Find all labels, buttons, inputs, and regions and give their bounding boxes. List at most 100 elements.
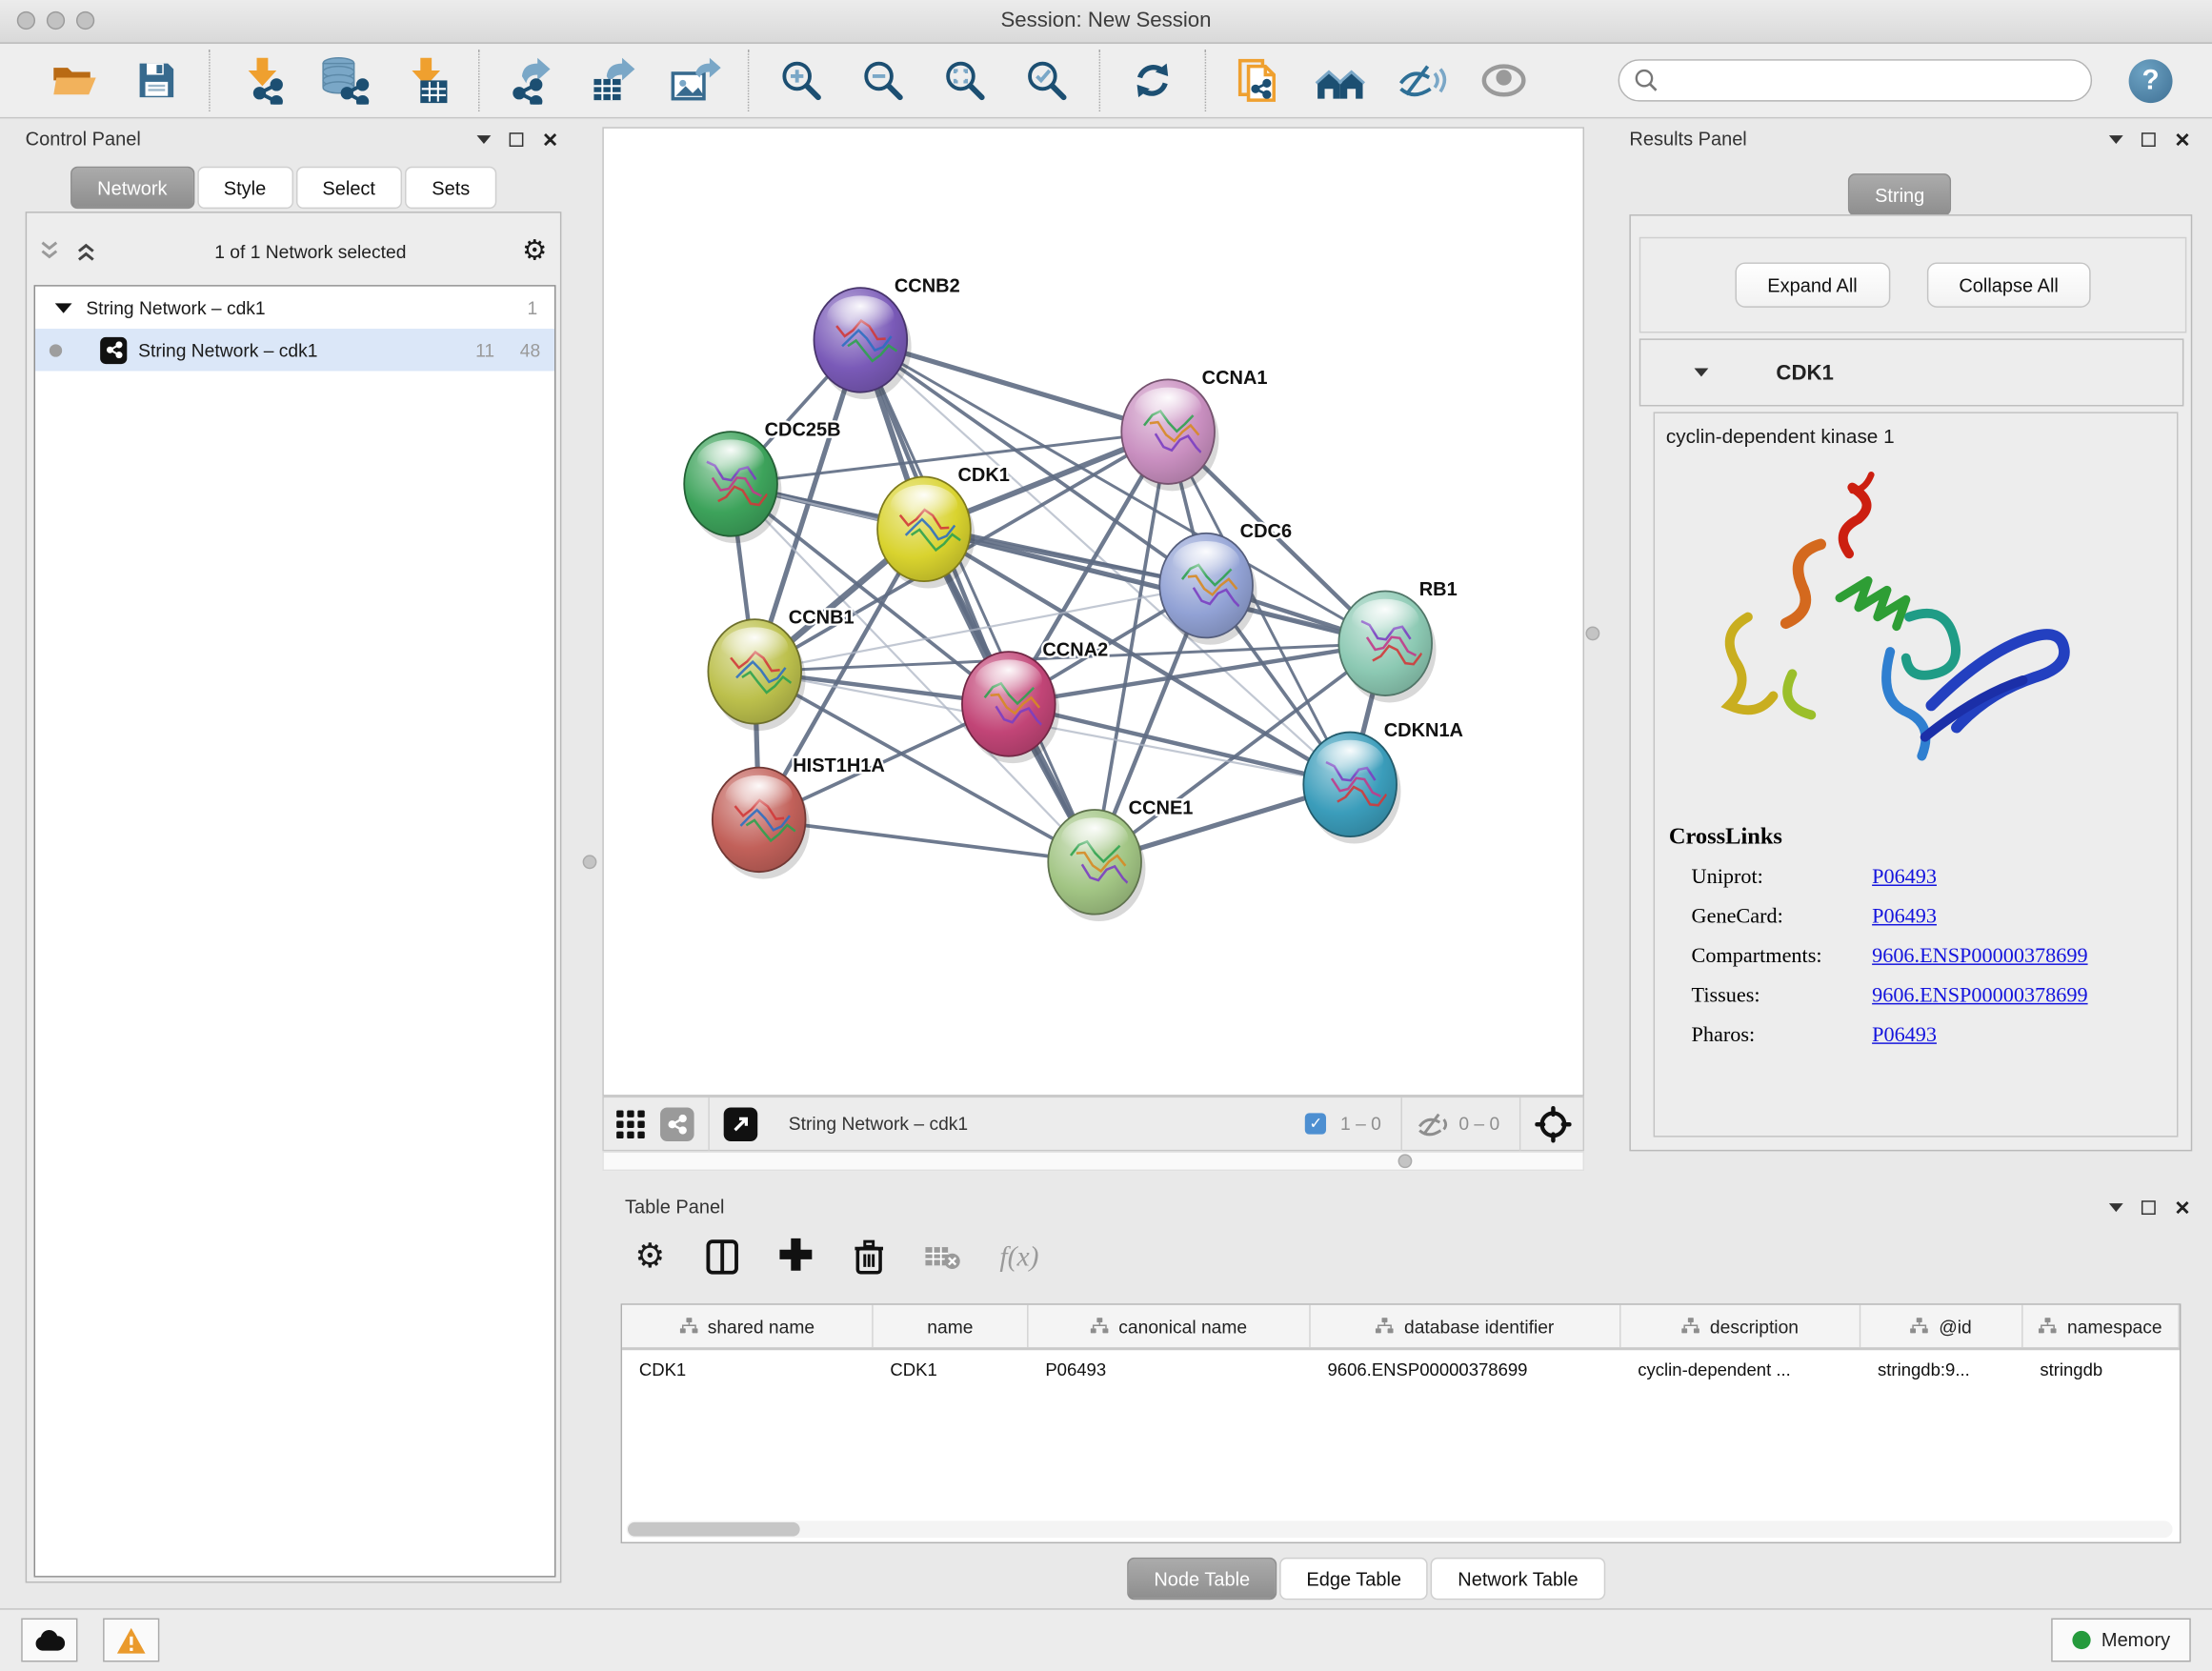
help-button[interactable]: ? [2129, 58, 2173, 102]
zoom-selected-button[interactable] [1015, 48, 1079, 112]
network-node-CCNA1[interactable]: CCNA1 [1121, 368, 1267, 492]
search-input[interactable] [1659, 69, 2076, 92]
detach-view-icon[interactable] [724, 1107, 758, 1141]
tab-edge-table[interactable]: Edge Table [1279, 1558, 1428, 1600]
crosslink-link[interactable]: 9606.ENSP00000378699 [1872, 985, 2087, 1009]
tab-select[interactable]: Select [295, 167, 402, 209]
network-node-CCNB2[interactable]: CCNB2 [814, 276, 959, 400]
network-collection-row[interactable]: String Network – cdk1 1 [35, 287, 554, 329]
network-node-CDKN1A[interactable]: CDKN1A [1303, 720, 1463, 844]
tab-network[interactable]: Network [70, 167, 194, 209]
results-panel-menu-icon[interactable] [2109, 134, 2123, 143]
expand-all-icon[interactable] [73, 240, 99, 263]
crosslink-link[interactable]: P06493 [1872, 866, 1937, 890]
splitter-handle[interactable] [1398, 1154, 1413, 1168]
home-network-button[interactable] [1308, 48, 1373, 112]
show-graphics-button[interactable] [1472, 48, 1537, 112]
import-table-button[interactable] [393, 48, 458, 112]
horizontal-splitter[interactable] [602, 1151, 1584, 1171]
zoom-out-button[interactable] [851, 48, 915, 112]
network-options-gear-icon[interactable]: ⚙ [522, 237, 548, 266]
table-row[interactable]: CDK1CDK1P064939606.ENSP00000378699cyclin… [622, 1350, 2180, 1389]
birdseye-crosshair-icon[interactable] [1535, 1105, 1572, 1142]
export-image-button[interactable] [663, 48, 728, 112]
column-header-@id[interactable]: @id [1860, 1305, 2022, 1347]
import-network-from-database-button[interactable] [312, 48, 376, 112]
save-session-button[interactable] [124, 48, 189, 112]
table-cell[interactable]: CDK1 [874, 1350, 1029, 1389]
column-header-description[interactable]: description [1621, 1305, 1861, 1347]
collection-expander-icon[interactable] [55, 303, 72, 312]
network-graph[interactable]: CCNB2CCNA1CDC25BCDK1CDC6RB1CCNB1CCNA2CDK… [604, 129, 1583, 1095]
table-cell[interactable]: P06493 [1029, 1350, 1311, 1389]
zoom-fit-button[interactable] [933, 48, 997, 112]
network-node-RB1[interactable]: RB1 [1338, 579, 1457, 703]
tab-string[interactable]: String [1848, 173, 1952, 215]
splitter-handle[interactable] [1585, 627, 1599, 641]
tab-network-table[interactable]: Network Table [1431, 1558, 1605, 1600]
network-canvas[interactable]: CCNB2CCNA1CDC25BCDK1CDC6RB1CCNB1CCNA2CDK… [602, 127, 1584, 1096]
grid-view-icon[interactable] [615, 1108, 647, 1139]
scrollbar-thumb[interactable] [628, 1522, 800, 1537]
table-panel-menu-icon[interactable] [2109, 1202, 2123, 1211]
splitter-handle[interactable] [583, 855, 597, 869]
control-panel-close-icon[interactable]: ✕ [542, 129, 558, 149]
network-row-selected[interactable]: String Network – cdk1 11 48 [35, 329, 554, 371]
network-edge[interactable] [860, 340, 1095, 862]
table-cell[interactable]: CDK1 [622, 1350, 874, 1389]
table-options-gear-icon[interactable]: ⚙ [634, 1240, 665, 1275]
table-panel-float-icon[interactable] [2142, 1199, 2156, 1214]
network-node-HIST1H1A[interactable]: HIST1H1A [713, 755, 885, 879]
refresh-view-button[interactable] [1120, 48, 1185, 112]
delete-column-trash-icon[interactable] [853, 1238, 884, 1276]
entry-expander-icon[interactable] [1695, 369, 1709, 377]
table-cell[interactable]: stringdb [2023, 1350, 2180, 1389]
control-panel-float-icon[interactable] [510, 131, 524, 146]
hide-unhide-button[interactable] [1390, 48, 1455, 112]
crosslink-link[interactable]: P06493 [1872, 906, 1937, 930]
column-header-shared-name[interactable]: shared name [622, 1305, 874, 1347]
zoom-in-button[interactable] [769, 48, 834, 112]
column-header-canonical-name[interactable]: canonical name [1029, 1305, 1311, 1347]
tab-sets[interactable]: Sets [405, 167, 496, 209]
node-table: shared namenamecanonical namedatabase id… [621, 1303, 2182, 1543]
tab-style[interactable]: Style [197, 167, 293, 209]
export-table-button[interactable] [581, 48, 646, 112]
result-entry-header[interactable]: CDK1 [1639, 338, 2184, 406]
clone-network-button[interactable] [1226, 48, 1291, 112]
network-current-dot [50, 344, 62, 356]
column-header-name[interactable]: name [874, 1305, 1029, 1347]
search-icon [1634, 68, 1659, 93]
collapse-all-icon[interactable] [37, 240, 63, 263]
expand-all-button[interactable]: Expand All [1735, 262, 1890, 307]
table-panel-close-icon[interactable]: ✕ [2174, 1198, 2190, 1218]
selected-checkbox-icon[interactable]: ✓ [1305, 1113, 1326, 1134]
add-column-icon[interactable]: ✚ [778, 1236, 814, 1278]
zoom-in-icon [778, 58, 823, 103]
network-node-CDC6[interactable]: CDC6 [1159, 521, 1292, 645]
network-view-type-icon[interactable] [660, 1107, 694, 1141]
export-network-button[interactable] [499, 48, 564, 112]
tab-node-table[interactable]: Node Table [1127, 1558, 1277, 1600]
crosslink-row: Tissues:9606.ENSP00000378699 [1692, 985, 2088, 1009]
control-panel-menu-icon[interactable] [477, 134, 492, 143]
table-cell[interactable]: stringdb:9... [1860, 1350, 2022, 1389]
network-list-toolbar: 1 of 1 Network selected ⚙ [37, 226, 548, 276]
warning-status-button[interactable] [103, 1619, 159, 1662]
results-panel-float-icon[interactable] [2142, 131, 2156, 146]
memory-button[interactable]: Memory [2051, 1619, 2191, 1662]
crosslink-link[interactable]: P06493 [1872, 1024, 1937, 1048]
column-header-namespace[interactable]: namespace [2023, 1305, 2180, 1347]
results-panel-close-icon[interactable]: ✕ [2174, 129, 2190, 149]
table-horizontal-scrollbar[interactable] [627, 1520, 2173, 1538]
crosslink-link[interactable]: 9606.ENSP00000378699 [1872, 945, 2087, 969]
table-cell[interactable]: cyclin-dependent ... [1621, 1350, 1861, 1389]
toolbar-separator [209, 50, 210, 111]
cloud-status-button[interactable] [21, 1619, 77, 1662]
collapse-all-button[interactable]: Collapse All [1926, 262, 2091, 307]
column-header-database-identifier[interactable]: database identifier [1311, 1305, 1621, 1347]
table-cell[interactable]: 9606.ENSP00000378699 [1311, 1350, 1621, 1389]
select-columns-icon[interactable] [705, 1238, 739, 1276]
import-network-button[interactable] [230, 48, 294, 112]
open-session-button[interactable] [42, 48, 107, 112]
